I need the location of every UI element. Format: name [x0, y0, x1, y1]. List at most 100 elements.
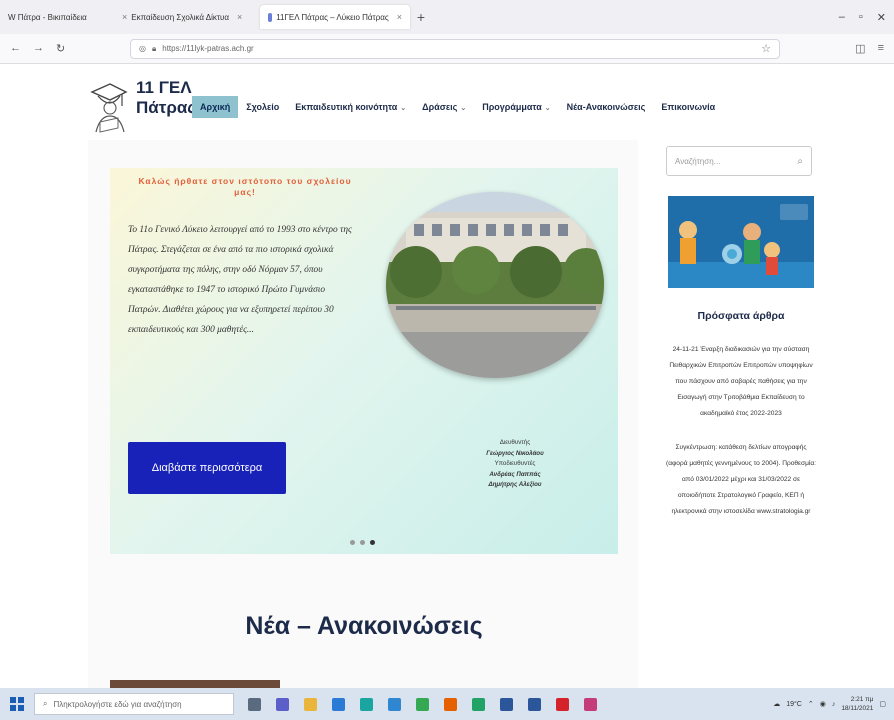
recent-posts-title: Πρόσφατα άρθρα: [697, 310, 785, 322]
menu-label: Δράσεις: [422, 102, 458, 112]
menu-item-community[interactable]: Εκπαιδευτική κοινότητα ⌄: [287, 96, 414, 118]
browser-tab-1[interactable]: W Πάτρα - Βικιπαίδεια: [0, 5, 110, 29]
slider-dot[interactable]: [350, 540, 355, 545]
school-building-photo: [386, 192, 604, 378]
hero-slider: Καλώς ήρθατε στον ιστότοπο του σχολείου …: [110, 168, 618, 554]
window-close-icon[interactable]: ✕: [877, 11, 886, 24]
chevron-up-icon[interactable]: ⌃: [808, 700, 814, 708]
sidebar-search-input[interactable]: Αναζήτηση... ⌕: [666, 146, 812, 176]
close-icon[interactable]: ×: [397, 12, 402, 22]
read-more-button[interactable]: Διαβάστε περισσότερα: [128, 442, 286, 494]
bookmark-star-icon[interactable]: ☆: [761, 42, 771, 55]
app-blue-icon[interactable]: [500, 697, 513, 711]
welcome-heading: Καλώς ήρθατε στον ιστότοπο του σχολείου …: [138, 176, 352, 197]
teams-icon[interactable]: [276, 697, 289, 711]
staff-line: Δημήτρης Αλεξίου: [488, 481, 542, 488]
menu-item-school[interactable]: Σχολείο: [238, 96, 287, 118]
news-section-title: Νέα – Ανακοινώσεις: [245, 612, 483, 640]
pocket-icon[interactable]: ◫: [855, 42, 865, 55]
menu-label: Σχολείο: [246, 102, 280, 112]
site-header: 11 ΓΕΛ Πάτρας Αρχική Σχολείο Εκπαιδευτικ…: [0, 64, 894, 144]
word-icon[interactable]: [528, 697, 541, 711]
menu-label: Εκπαιδευτική κοινότητα: [295, 102, 398, 112]
acrobat-icon[interactable]: [556, 697, 569, 711]
store-icon[interactable]: [332, 697, 345, 711]
staff-list: Διευθυντής Γεώργιος Νικολάου Υποδιευθυντ…: [440, 438, 590, 491]
slider-dot[interactable]: [360, 540, 365, 545]
recent-posts-list: 24-11-21 Έναρξη διαδικασιών για την σύστ…: [666, 342, 816, 520]
slider-dots: [350, 540, 375, 545]
close-icon[interactable]: ×: [237, 12, 242, 22]
network-icon[interactable]: ◉: [820, 700, 826, 708]
site-favicon-icon: [268, 12, 273, 22]
chevron-down-icon: ⌄: [460, 105, 467, 112]
search-placeholder: Αναζήτηση...: [675, 156, 721, 166]
sidebar-illustration: [668, 196, 814, 288]
browser-tab-2[interactable]: × Εκπαίδευση Σχολικά Δίκτυα ×: [110, 5, 260, 29]
new-tab-button[interactable]: +: [410, 9, 432, 25]
maximize-icon[interactable]: ▫: [859, 11, 863, 24]
staff-line: Διευθυντής: [499, 439, 531, 446]
notifications-icon[interactable]: ▢: [879, 700, 886, 708]
menu-item-contact[interactable]: Επικοινωνία: [653, 96, 723, 118]
shield-icon: ◎: [139, 44, 146, 53]
app-green-icon[interactable]: [472, 697, 485, 711]
tab-label: 11ΓΕΛ Πάτρας – Λύκειο Πάτρας: [276, 12, 389, 22]
menu-icon[interactable]: ≡: [878, 42, 884, 55]
browser-tab-active[interactable]: 11ΓΕΛ Πάτρας – Λύκειο Πάτρας ×: [260, 5, 410, 29]
chrome-icon[interactable]: [416, 697, 429, 711]
lock-icon: 🔒︎: [151, 43, 157, 53]
windows-taskbar: ⌕ Πληκτρολογήστε εδώ για αναζήτηση ☁ 19°…: [0, 688, 894, 720]
menu-item-home[interactable]: Αρχική: [192, 96, 239, 118]
firefox-icon[interactable]: [444, 697, 457, 711]
forward-icon[interactable]: →: [33, 42, 44, 55]
recent-post-link[interactable]: 24-11-21 Έναρξη διαδικασιών για την σύστ…: [666, 342, 816, 422]
volume-icon[interactable]: ♪: [832, 701, 836, 708]
browser-tab-bar: W Πάτρα - Βικιπαίδεια × Εκπαίδευση Σχολι…: [0, 0, 894, 34]
slider-dot-active[interactable]: [370, 540, 375, 545]
weather-icon[interactable]: ☁: [773, 700, 780, 708]
clock[interactable]: 2:21 πμ 18/11/2021: [841, 695, 873, 713]
reload-icon[interactable]: ↻: [56, 42, 65, 55]
taskbar-apps: [248, 697, 597, 711]
close-icon[interactable]: ×: [122, 12, 127, 22]
menu-label: Νέα-Ανακοινώσεις: [566, 102, 646, 112]
search-icon: ⌕: [43, 699, 48, 708]
clock-time: 2:21 πμ: [850, 696, 874, 703]
minimize-icon[interactable]: –: [839, 11, 845, 24]
tab-label: W Πάτρα - Βικιπαίδεια: [8, 12, 87, 22]
back-icon[interactable]: ←: [10, 42, 21, 55]
staff-line: Γεώργιος Νικολάου: [486, 449, 544, 457]
staff-line: Υποδιευθυντές: [494, 460, 536, 467]
menu-item-actions[interactable]: Δράσεις ⌄: [414, 96, 474, 118]
menu-label: Προγράμματα: [482, 102, 542, 112]
recent-post-link[interactable]: Συγκέντρωση: κατάθεση δελτίων απογραφής …: [666, 440, 816, 520]
app-pink-icon[interactable]: [584, 697, 597, 711]
sidebar-banner-image[interactable]: [668, 196, 814, 288]
start-button[interactable]: [0, 697, 34, 711]
window-controls: – ▫ ✕: [839, 11, 894, 24]
file-explorer-icon[interactable]: [304, 697, 317, 711]
menu-item-programs[interactable]: Προγράμματα ⌄: [474, 96, 558, 118]
clock-date: 18/11/2021: [841, 705, 874, 712]
site-brand[interactable]: 11 ΓΕΛ Πάτρας: [136, 78, 196, 118]
system-tray: ☁ 19°C ⌃ ◉ ♪ 2:21 πμ 18/11/2021 ▢: [773, 695, 894, 713]
staff-line: Ανδρέας Παππάς: [489, 470, 541, 478]
brand-line-2: Πάτρας: [136, 98, 197, 117]
url-text: https://11lyk-patras.ach.gr: [162, 44, 254, 53]
taskbar-search-input[interactable]: ⌕ Πληκτρολογήστε εδώ για αναζήτηση: [34, 693, 234, 715]
school-building-image: [386, 192, 604, 378]
windows-logo-icon: [10, 697, 24, 711]
chevron-down-icon: ⌄: [400, 105, 407, 112]
chevron-down-icon: ⌄: [544, 105, 551, 112]
school-logo-icon[interactable]: [88, 76, 128, 134]
tab-label: Εκπαίδευση Σχολικά Δίκτυα: [131, 12, 230, 22]
edge-icon[interactable]: [360, 697, 373, 711]
search-icon[interactable]: ⌕: [797, 156, 803, 167]
task-view-icon[interactable]: [248, 697, 261, 711]
menu-item-news[interactable]: Νέα-Ανακοινώσεις: [559, 96, 654, 118]
address-bar[interactable]: ◎ 🔒︎ https://11lyk-patras.ach.gr ☆: [130, 38, 780, 59]
taskbar-search-placeholder: Πληκτρολογήστε εδώ για αναζήτηση: [53, 699, 182, 709]
mail-icon[interactable]: [388, 697, 401, 711]
school-description: Το 11ο Γενικό Λύκειο λειτουργεί από το 1…: [128, 225, 352, 335]
